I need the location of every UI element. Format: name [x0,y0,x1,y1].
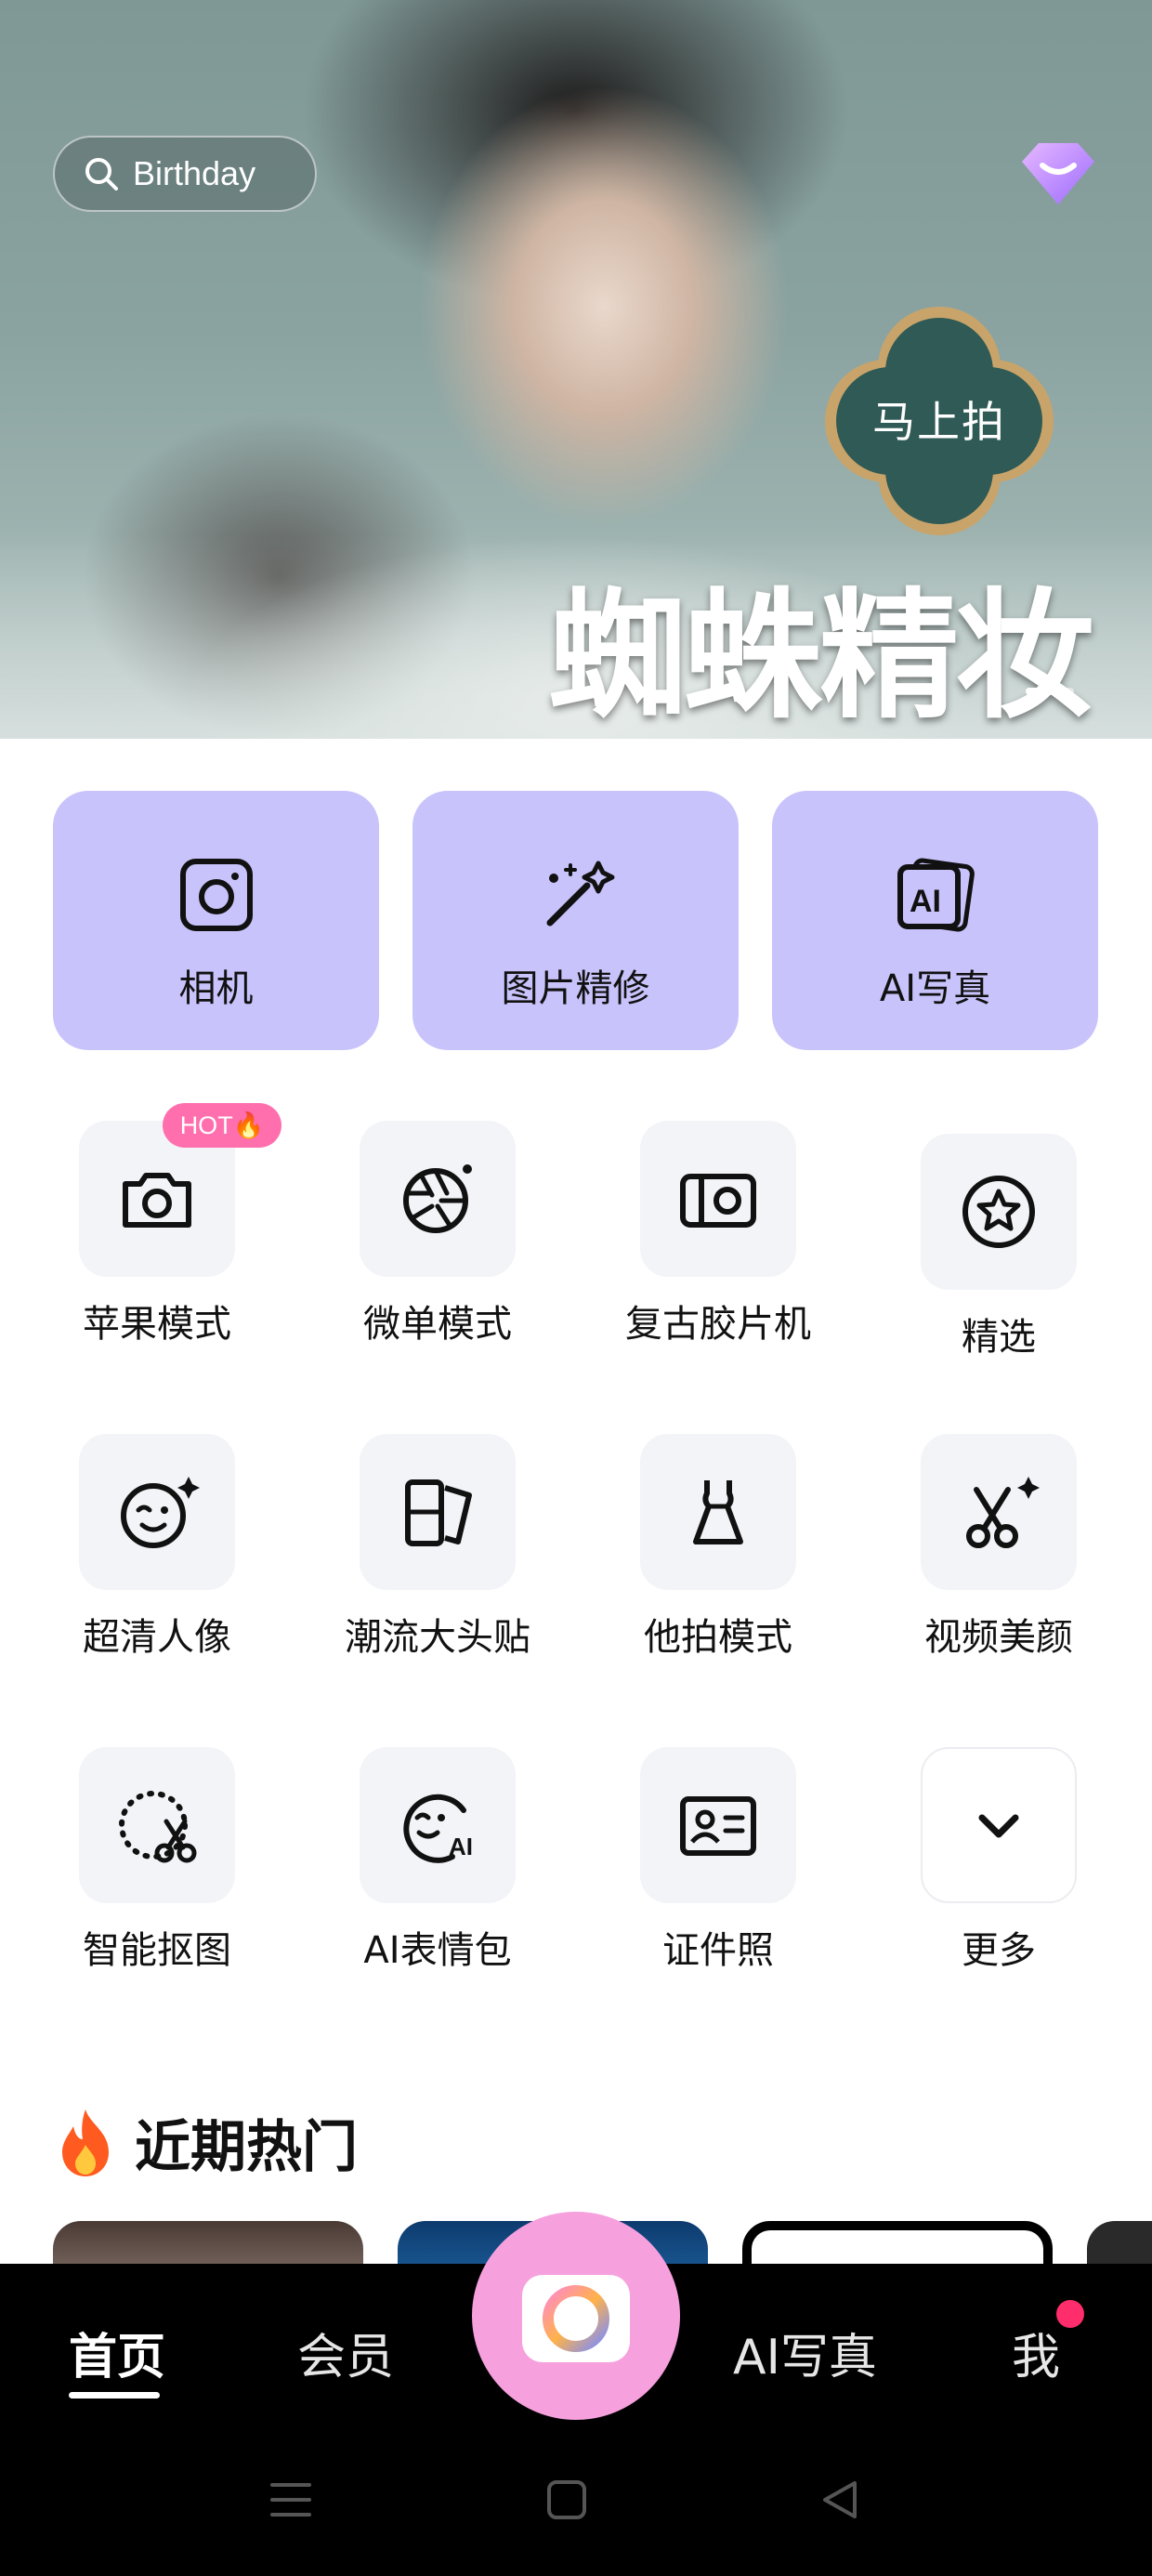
tool-label: 智能抠图 [83,1929,231,1972]
tool-label: 复古胶片机 [625,1303,811,1346]
tool-tile [79,1747,235,1903]
tool-ai-emoji[interactable]: AI AI表情包 [326,1747,549,1974]
shoot-now-label: 马上拍 [872,397,1006,447]
svg-text:AI: AI [449,1833,473,1860]
tool-featured[interactable]: 精选 [887,1134,1110,1360]
tool-mirrorless-mode[interactable]: 微单模式 [326,1121,549,1347]
tool-label: 潮流大头贴 [345,1616,530,1659]
hot-badge: HOT🔥 [163,1103,281,1148]
tool-tile [640,1121,796,1277]
tool-smart-cutout[interactable]: 智能抠图 [46,1747,268,1974]
tool-tile [921,1434,1077,1590]
hero-title: 蜘蛛精妆 [548,574,1094,738]
tool-apple-mode[interactable]: 苹果模式 [46,1121,268,1347]
notification-dot [1056,2300,1084,2328]
search-bar[interactable]: Birthday [53,136,317,212]
tool-label: 视频美颜 [924,1616,1073,1659]
trending-title: 近期热门 [135,2115,358,2180]
system-back-icon[interactable] [819,2479,860,2520]
film-camera-icon [680,1174,756,1228]
tool-label: 超清人像 [83,1616,231,1659]
magic-wand-icon [546,861,614,927]
nav-me[interactable]: 我 [1012,2318,1060,2387]
camera-card-label: 相机 [178,967,254,1010]
tool-hd-portrait[interactable]: 超清人像 [46,1434,268,1661]
tool-id-photo[interactable]: 证件照 [607,1747,830,1974]
tool-tile [79,1434,235,1590]
wink-face-icon [121,1477,200,1548]
tool-tile [921,1134,1077,1290]
tool-more[interactable]: 更多 [887,1747,1110,1974]
nav-ai-photo[interactable]: AI写真 [733,2318,877,2387]
ai-portrait-label: AI写真 [879,967,991,1010]
carousel-dot-active [1026,688,1054,695]
ai-portrait-icon: AI [897,858,975,932]
camera-frame-icon [179,859,253,931]
chevron-down-icon [978,1814,1019,1838]
tool-label: 证件照 [662,1929,774,1972]
dress-icon [693,1480,743,1544]
tool-tile [360,1121,516,1277]
scissors-sparkle-icon [966,1477,1040,1548]
camera-card[interactable]: 相机 [53,791,379,1050]
camera-icon [123,1173,191,1228]
tool-photo-sticker[interactable]: 潮流大头贴 [326,1434,549,1661]
trending-thumb-inner [752,2230,1043,2267]
tool-label: 他拍模式 [644,1616,792,1659]
tool-tile [640,1434,796,1590]
svg-text:AI: AI [910,884,941,919]
star-circle-icon [962,1176,1035,1248]
tool-tile [360,1434,516,1590]
tool-video-beauty[interactable]: 视频美颜 [887,1434,1110,1661]
carousel-indicator [1026,688,1074,695]
tool-label: 苹果模式 [83,1303,231,1346]
shoot-now-badge[interactable]: 马上拍 [825,307,1054,535]
vip-gem-icon[interactable] [1020,139,1096,206]
photo-retouch-card[interactable]: 图片精修 [412,791,739,1050]
ai-emoji-icon: AI [403,1794,473,1863]
system-menu-icon[interactable] [269,2479,312,2520]
system-home-icon[interactable] [546,2479,587,2520]
ai-portrait-card[interactable]: AI AI写真 [772,791,1098,1050]
app-home-screen: Birthday 马上拍 蜘蛛精妆 相机 图片精修 AI AI写真 HOT🔥 苹… [0,0,1152,2576]
tool-tile [921,1747,1077,1903]
photo-strip-icon [405,1479,472,1546]
hero-banner[interactable]: Birthday 马上拍 蜘蛛精妆 [0,0,1152,739]
tool-tile [640,1747,796,1903]
nav-home[interactable]: 首页 [69,2318,165,2387]
trending-header: 近期热门 [53,2102,358,2183]
nav-vip[interactable]: 会员 [297,2318,394,2387]
fire-icon [62,2109,109,2176]
cutout-scissors-icon [119,1791,197,1863]
tool-label: 更多 [962,1929,1036,1972]
nav-active-indicator [69,2392,160,2399]
tool-label: AI表情包 [363,1929,512,1972]
search-icon [85,158,118,191]
photo-retouch-label: 图片精修 [501,967,650,1010]
tool-tile: AI [360,1747,516,1903]
search-text: Birthday [133,154,256,192]
tool-label: 精选 [962,1316,1036,1359]
aperture-icon [403,1164,472,1233]
tool-label: 微单模式 [363,1303,512,1346]
center-camera-button[interactable] [472,2212,680,2420]
camera-shutter-icon [522,2275,630,2362]
tool-retro-film-camera[interactable]: 复古胶片机 [607,1121,830,1347]
carousel-dot [1061,688,1074,695]
tool-others-shoot[interactable]: 他拍模式 [607,1434,830,1661]
id-card-icon [680,1796,756,1856]
